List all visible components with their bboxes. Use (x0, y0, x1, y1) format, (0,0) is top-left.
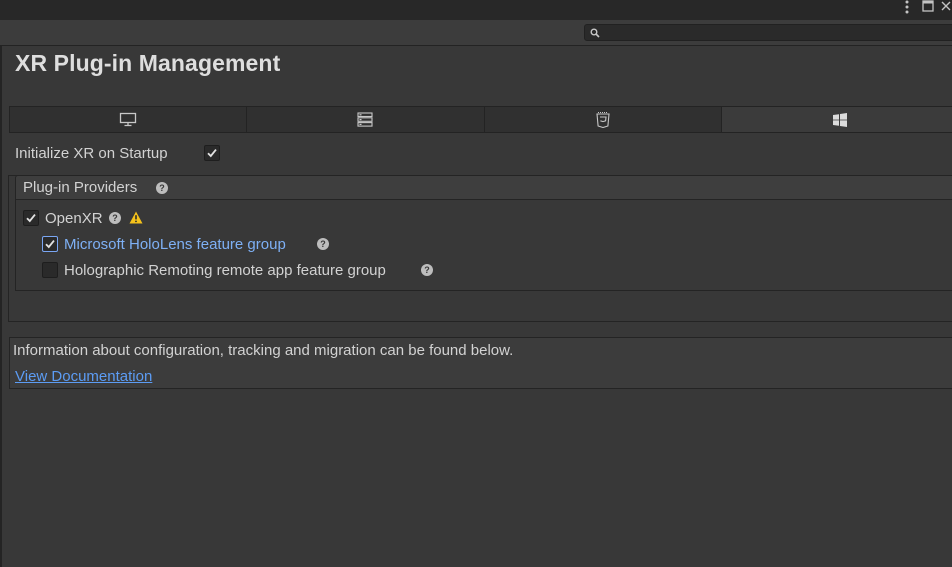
maximize-icon[interactable] (921, 0, 935, 16)
kebab-menu-icon[interactable] (900, 0, 914, 16)
holographic-remoting-label: Holographic Remoting remote app feature … (64, 262, 386, 279)
monitor-icon (119, 112, 137, 127)
openxr-checkbox[interactable] (23, 210, 39, 226)
page-title: XR Plug-in Management (15, 50, 281, 76)
html5-icon (596, 112, 610, 128)
left-border (0, 46, 2, 567)
hololens-feature-group-label: Microsoft HoloLens feature group (64, 236, 286, 253)
help-icon[interactable]: ? (317, 238, 329, 250)
search-input[interactable] (584, 24, 952, 41)
initialize-xr-label: Initialize XR on Startup (15, 145, 168, 162)
help-icon[interactable]: ? (421, 264, 433, 276)
providers-header-label: Plug-in Providers (23, 179, 138, 196)
checkmark-icon (45, 240, 55, 249)
window-title-bar (0, 0, 952, 20)
tab-universal-windows-platform[interactable] (721, 107, 952, 132)
search-icon (590, 28, 600, 38)
platform-tabs (9, 106, 952, 133)
help-icon[interactable]: ? (156, 182, 168, 194)
initialize-xr-checkbox[interactable] (204, 145, 220, 161)
holographic-remoting-checkbox[interactable] (42, 262, 58, 278)
tab-webgl[interactable] (484, 107, 722, 132)
windows-icon (832, 112, 847, 127)
info-text: Information about configuration, trackin… (13, 342, 514, 359)
openxr-label: OpenXR (45, 210, 103, 227)
close-icon[interactable] (940, 0, 952, 16)
hololens-feature-group-checkbox[interactable] (42, 236, 58, 252)
server-icon (357, 112, 373, 127)
tab-standalone[interactable] (10, 107, 248, 132)
checkmark-icon (207, 149, 217, 158)
checkmark-icon (26, 214, 36, 223)
help-icon[interactable]: ? (109, 212, 121, 224)
tab-dedicated-server[interactable] (247, 107, 485, 132)
view-documentation-link[interactable]: View Documentation (15, 368, 152, 386)
warning-icon[interactable] (129, 211, 143, 224)
